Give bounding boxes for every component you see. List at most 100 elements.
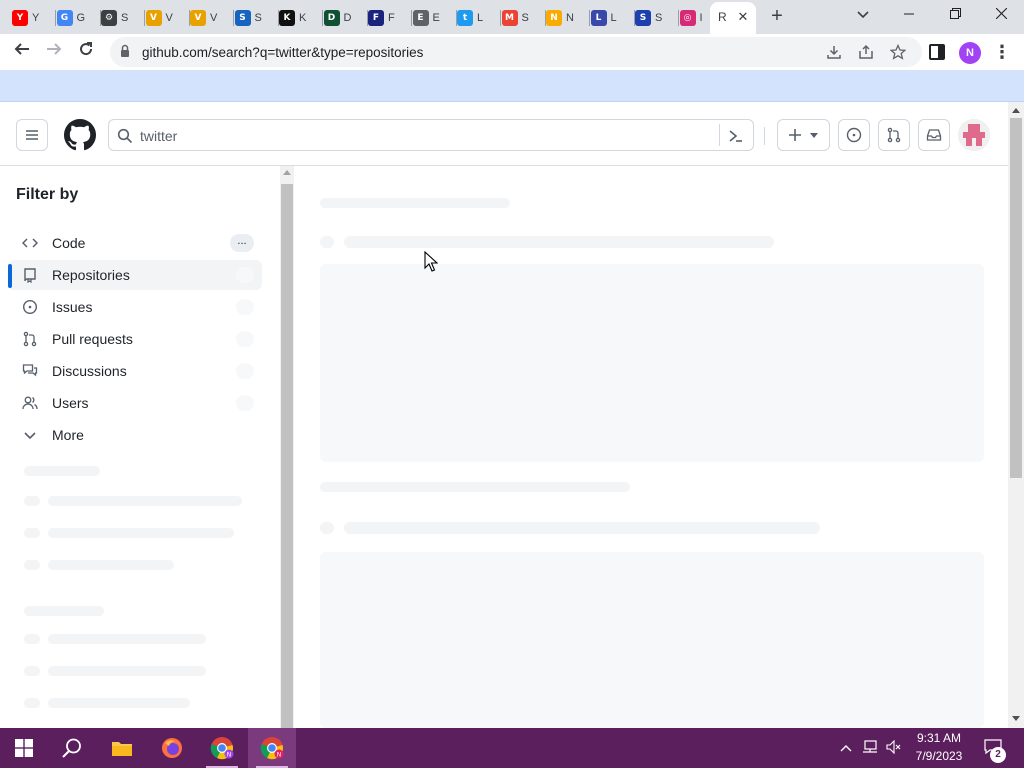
browser-tab[interactable]: LL: [590, 6, 635, 30]
skeleton-result-card: [320, 552, 984, 728]
filter-by-heading: Filter by: [16, 186, 79, 203]
tab-title: S: [655, 12, 663, 24]
hamburger-menu-button[interactable]: [16, 119, 48, 151]
settings-icon: ⚙: [101, 10, 117, 26]
filter-item-pull-requests[interactable]: Pull requests: [8, 324, 262, 354]
active-tab[interactable]: R ✕: [710, 2, 756, 34]
new-tab-button[interactable]: +: [766, 5, 788, 27]
filter-item-issues[interactable]: Issues: [8, 292, 262, 322]
browser-tab[interactable]: NN: [546, 6, 590, 30]
tab-title: K: [299, 12, 307, 24]
browser-tab[interactable]: MS: [501, 6, 546, 30]
filter-item-code[interactable]: Code ...: [8, 228, 262, 258]
install-app-icon[interactable]: [826, 44, 842, 60]
folder-icon: V: [145, 10, 162, 26]
scroll-up-arrow-icon[interactable]: [1012, 108, 1020, 113]
file-explorer-button[interactable]: [98, 728, 146, 768]
github-search-input[interactable]: twitter: [108, 119, 754, 151]
scroll-up-arrow-icon[interactable]: [283, 170, 291, 175]
browser-tab[interactable]: ⚙ S: [101, 6, 145, 30]
game-icon: D: [323, 10, 340, 26]
skeleton-line: [48, 698, 190, 708]
skeleton-line: [48, 666, 206, 676]
sidebar-scroll-thumb[interactable]: [281, 184, 293, 728]
firefox-button[interactable]: [148, 728, 196, 768]
minimize-button[interactable]: [886, 0, 932, 30]
close-window-button[interactable]: [978, 0, 1024, 30]
filter-item-repositories[interactable]: Repositories: [8, 260, 262, 290]
address-bar[interactable]: github.com/search?q=twitter&type=reposit…: [110, 37, 922, 67]
chrome-profile-taskbar-button[interactable]: N: [248, 728, 296, 768]
browser-tab[interactable]: GG: [56, 6, 101, 30]
code-count-badge: ...: [230, 234, 254, 252]
hamburger-icon: [26, 130, 38, 140]
folder-icon: V: [190, 10, 206, 26]
back-button[interactable]: [8, 38, 36, 66]
count-badge: [236, 267, 254, 283]
chrome-menu-icon[interactable]: ⋮: [992, 40, 1012, 64]
network-icon: [863, 740, 877, 753]
svg-text:N: N: [227, 752, 232, 759]
scroll-down-arrow-icon[interactable]: [1012, 716, 1020, 721]
user-avatar[interactable]: [958, 119, 990, 151]
browser-tab[interactable]: SS: [234, 6, 279, 30]
plus-icon: [789, 129, 801, 141]
page-scroll-thumb[interactable]: [1010, 118, 1022, 478]
browser-tab[interactable]: VV: [145, 6, 190, 30]
issues-button[interactable]: [838, 119, 870, 151]
kimi-icon: K: [279, 10, 295, 26]
skeleton-dot: [24, 634, 40, 644]
restore-button[interactable]: [932, 0, 978, 30]
tab-search-button[interactable]: [840, 0, 886, 30]
pull-requests-button[interactable]: [878, 119, 910, 151]
count-badge: [236, 299, 254, 315]
filter-item-discussions[interactable]: Discussions: [8, 356, 262, 386]
clock-time[interactable]: 9:31 AM: [906, 731, 972, 745]
caret-down-icon: [810, 133, 818, 138]
skeleton-dot: [24, 560, 40, 570]
clock-date[interactable]: 7/9/2023: [906, 749, 972, 763]
reload-icon: [80, 42, 93, 56]
bookmark-star-icon[interactable]: [889, 43, 907, 60]
close-tab-icon[interactable]: ✕: [735, 9, 751, 25]
skeleton-results-count: [320, 198, 510, 208]
network-button[interactable]: [862, 740, 878, 756]
forward-button[interactable]: [40, 38, 68, 66]
taskbar-search-button[interactable]: [48, 728, 96, 768]
share-icon[interactable]: [858, 44, 874, 60]
search-divider: [719, 124, 720, 146]
inbox-button[interactable]: [918, 119, 950, 151]
browser-tab[interactable]: SS: [635, 6, 679, 30]
browser-tab[interactable]: FF: [368, 6, 412, 30]
count-badge: [236, 395, 254, 411]
start-button[interactable]: [0, 728, 48, 768]
repo-icon: [24, 268, 36, 283]
chrome-taskbar-button[interactable]: N: [198, 728, 246, 768]
create-new-button[interactable]: [777, 119, 830, 151]
volume-button[interactable]: [886, 739, 902, 756]
issue-icon: [22, 299, 38, 315]
issue-opened-icon: [846, 127, 862, 143]
tab-title: D: [343, 12, 352, 24]
sidebar-scrollbar[interactable]: [280, 166, 294, 728]
browser-tab[interactable]: KK: [279, 6, 323, 30]
reload-button[interactable]: [72, 38, 100, 66]
page-scrollbar[interactable]: [1008, 102, 1024, 728]
github-logo-icon[interactable]: [64, 119, 96, 151]
browser-tab[interactable]: YY: [12, 6, 56, 30]
filter-item-more[interactable]: More: [8, 420, 262, 450]
browser-tab[interactable]: EE: [412, 6, 457, 30]
skeleton-dot: [24, 528, 40, 538]
profile-avatar[interactable]: N: [959, 42, 981, 64]
browser-tab[interactable]: tL: [457, 6, 501, 30]
filter-label: Code: [52, 235, 86, 251]
browser-tab[interactable]: VV: [190, 6, 234, 30]
filter-item-users[interactable]: Users: [8, 388, 262, 418]
side-panel-icon[interactable]: [928, 43, 946, 61]
chrome-icon: N: [210, 737, 234, 760]
tab-title: L: [477, 12, 484, 24]
show-hidden-icons-button[interactable]: [838, 740, 854, 756]
browser-tab[interactable]: DD: [323, 6, 368, 30]
command-palette-icon[interactable]: [727, 127, 745, 145]
lock-icon: [121, 44, 129, 57]
